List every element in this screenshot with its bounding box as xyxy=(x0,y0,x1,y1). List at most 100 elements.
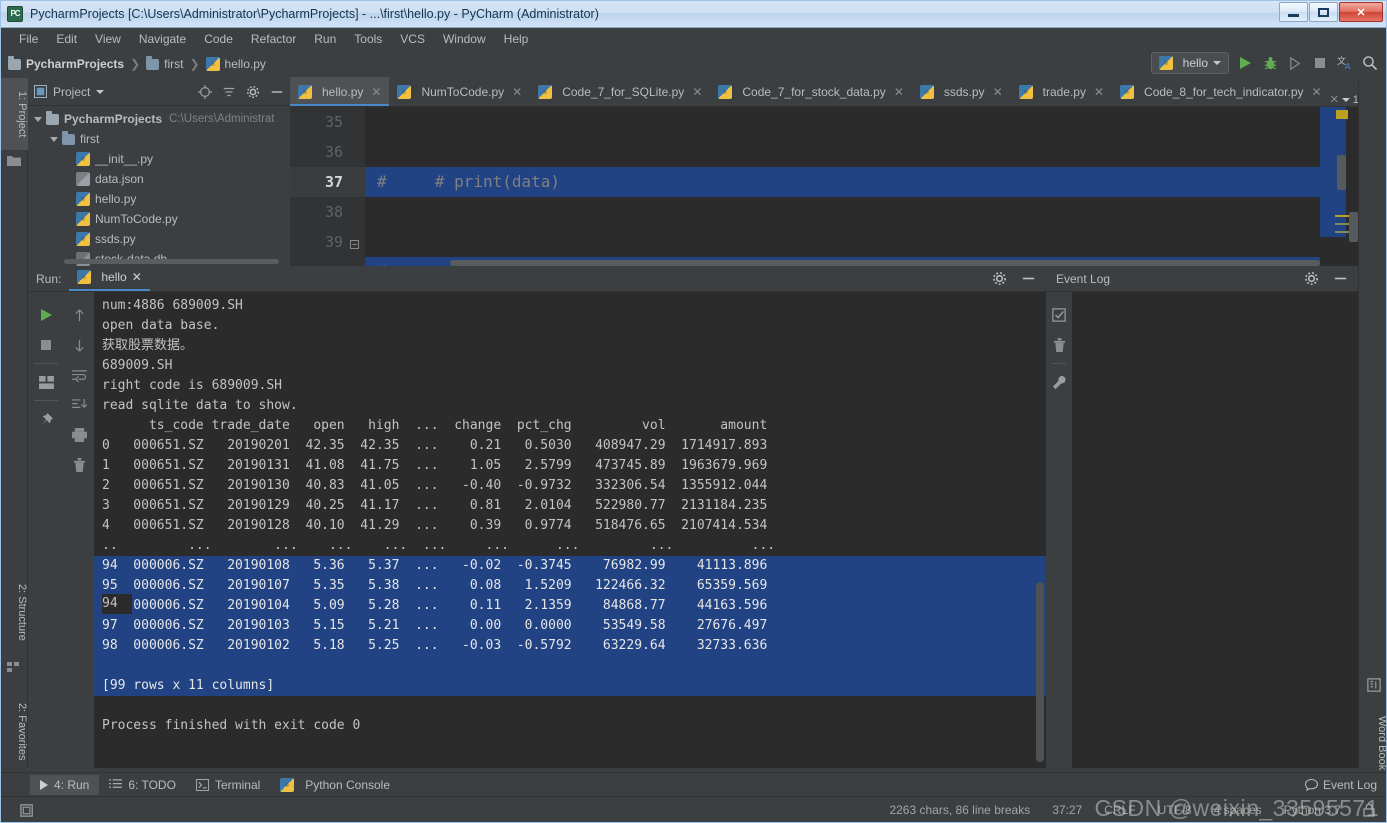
sidebar-item-structure[interactable]: 2: Structure xyxy=(0,568,28,656)
minimize-icon[interactable] xyxy=(1021,271,1036,286)
mark-all-read-button[interactable] xyxy=(1046,300,1072,330)
fold-marker-icon[interactable]: − xyxy=(350,240,359,249)
tab-numtocode-py[interactable]: NumToCode.py ✕ xyxy=(389,77,530,106)
tab-ssds-py[interactable]: ssds.py ✕ xyxy=(912,77,1011,106)
scroll-end-icon xyxy=(71,398,87,408)
menu-view[interactable]: View xyxy=(86,30,130,48)
event-log-status-button[interactable]: Event Log xyxy=(1304,778,1377,792)
breadcrumb-item-first[interactable]: first xyxy=(146,55,183,71)
tree-item-pycharmprojects[interactable]: PycharmProjects C:\Users\Administrat xyxy=(28,109,290,129)
close-icon[interactable]: ✕ xyxy=(692,85,702,99)
hide-icon[interactable] xyxy=(270,85,284,99)
status-indent[interactable]: 4 spaces xyxy=(1214,803,1262,817)
lock-icon[interactable] xyxy=(1363,803,1375,817)
editor-scrollbar-markers[interactable] xyxy=(1320,107,1358,266)
stop-button[interactable] xyxy=(1311,54,1329,72)
menu-refactor[interactable]: Refactor xyxy=(242,30,305,48)
menu-code[interactable]: Code xyxy=(195,30,242,48)
tree-item-ssds[interactable]: ssds.py xyxy=(28,229,290,249)
event-log-content[interactable] xyxy=(1072,292,1358,768)
collapse-icon[interactable] xyxy=(222,85,236,99)
close-icon[interactable]: ✕ xyxy=(1094,85,1104,99)
editor-code-area[interactable]: # # print(data) # print(data['股票']['平安银行… xyxy=(365,107,1320,266)
close-icon[interactable]: ✕ xyxy=(512,85,522,99)
close-icon[interactable]: ✕ xyxy=(993,85,1003,99)
tab-code7-stockdata-py[interactable]: Code_7_for_stock_data.py ✕ xyxy=(710,77,912,106)
stop-process-button[interactable] xyxy=(28,330,64,360)
close-icon[interactable]: ✕ xyxy=(371,85,381,99)
status-caret-position[interactable]: 37:27 xyxy=(1052,803,1082,817)
tree-item-init[interactable]: __init__.py xyxy=(28,149,290,169)
run-coverage-button[interactable] xyxy=(1286,54,1304,72)
window-title: PycharmProjects [C:\Users\Administrator\… xyxy=(30,6,599,21)
run-tab-hello[interactable]: hello ✕ xyxy=(69,266,150,291)
status-line-separator[interactable]: CRLF xyxy=(1104,803,1135,817)
scroll-to-end-button[interactable] xyxy=(64,390,94,420)
clear-log-button[interactable] xyxy=(1046,330,1072,360)
gear-icon[interactable] xyxy=(246,85,260,99)
bottom-tab-python-console[interactable]: Python Console xyxy=(270,775,400,795)
menu-run[interactable]: Run xyxy=(305,30,345,48)
locate-icon[interactable] xyxy=(198,84,212,99)
breadcrumb-item-file[interactable]: hello.py xyxy=(205,57,266,71)
tab-code7-sqlite-py[interactable]: Code_7_for_SQLite.py ✕ xyxy=(530,77,710,106)
gear-icon[interactable] xyxy=(1304,271,1319,286)
translate-button[interactable]: 文 A xyxy=(1336,54,1354,72)
log-settings-button[interactable] xyxy=(1046,367,1072,397)
menu-edit[interactable]: Edit xyxy=(47,30,86,48)
rerun-button[interactable] xyxy=(28,300,64,330)
close-icon[interactable]: ✕ xyxy=(1312,85,1322,99)
bottom-tab-run[interactable]: 4: Run xyxy=(30,774,100,795)
status-python-interpreter[interactable]: Python 3.7 xyxy=(1284,803,1341,817)
soft-wrap-button[interactable] xyxy=(64,360,94,390)
run-button[interactable] xyxy=(1236,54,1254,72)
bottom-tab-terminal[interactable]: Terminal xyxy=(186,775,270,795)
tab-hello-py[interactable]: hello.py ✕ xyxy=(290,77,390,106)
close-icon[interactable]: ✕ xyxy=(1330,93,1339,106)
search-button[interactable] xyxy=(1361,54,1379,72)
gear-icon[interactable] xyxy=(992,271,1007,286)
menu-vcs[interactable]: VCS xyxy=(391,30,434,48)
project-panel: Project PycharmProjects C:\Users\Adminis… xyxy=(28,78,290,266)
minimize-icon[interactable] xyxy=(1333,271,1348,286)
close-button[interactable]: ✕ xyxy=(1339,2,1383,22)
tree-item-first[interactable]: first xyxy=(28,129,290,149)
breadcrumb-item-project[interactable]: PycharmProjects xyxy=(8,55,124,71)
sidebar-item-favorites[interactable]: 2: Favorites xyxy=(0,686,28,778)
chevron-down-icon[interactable] xyxy=(96,89,105,94)
tab-code8-techindicator-py[interactable]: Code_8_for_tech_indicator.py ✕ xyxy=(1112,77,1330,106)
menu-file[interactable]: File xyxy=(10,30,47,48)
close-icon[interactable]: ✕ xyxy=(894,85,904,99)
tree-item-hello[interactable]: hello.py xyxy=(28,189,290,209)
editor-gutter[interactable]: 35 36 37 38 39 − xyxy=(290,107,365,266)
up-button[interactable] xyxy=(64,300,94,330)
close-icon[interactable]: ✕ xyxy=(132,270,142,284)
menu-tools[interactable]: Tools xyxy=(345,30,391,48)
status-encoding[interactable]: UTF-8 xyxy=(1158,803,1192,817)
pin-button[interactable] xyxy=(28,404,64,434)
bottom-tab-todo[interactable]: 6: TODO xyxy=(99,775,186,795)
debug-button[interactable] xyxy=(1261,54,1279,72)
project-horizontal-scrollbar[interactable] xyxy=(64,259,279,264)
console-scrollbar[interactable] xyxy=(1036,582,1044,762)
tab-label: ssds.py xyxy=(943,84,985,99)
console-output[interactable]: num:4886 689009.SH open data base. 获取股票数… xyxy=(94,292,1046,768)
menu-help[interactable]: Help xyxy=(495,30,538,48)
down-button[interactable] xyxy=(64,330,94,360)
menu-navigate[interactable]: Navigate xyxy=(130,30,195,48)
clear-all-button[interactable] xyxy=(64,450,94,480)
layout-button[interactable] xyxy=(28,367,64,397)
structure-icon xyxy=(7,661,21,675)
module-folder-icon xyxy=(62,130,75,145)
print-button[interactable] xyxy=(64,420,94,450)
toggle-tool-windows-button[interactable] xyxy=(10,803,35,818)
tab-trade-py[interactable]: trade.py ✕ xyxy=(1011,77,1112,106)
code-editor[interactable]: 35 36 37 38 39 − # # print(data) # print… xyxy=(290,107,1358,266)
run-configuration-selector[interactable]: hello xyxy=(1150,52,1229,74)
tree-item-numtocode[interactable]: NumToCode.py xyxy=(28,209,290,229)
sidebar-item-project[interactable]: 1: Project xyxy=(0,78,28,150)
maximize-button[interactable] xyxy=(1309,2,1338,22)
menu-window[interactable]: Window xyxy=(434,30,495,48)
minimize-button[interactable] xyxy=(1279,2,1308,22)
tree-item-datajson[interactable]: data.json xyxy=(28,169,290,189)
